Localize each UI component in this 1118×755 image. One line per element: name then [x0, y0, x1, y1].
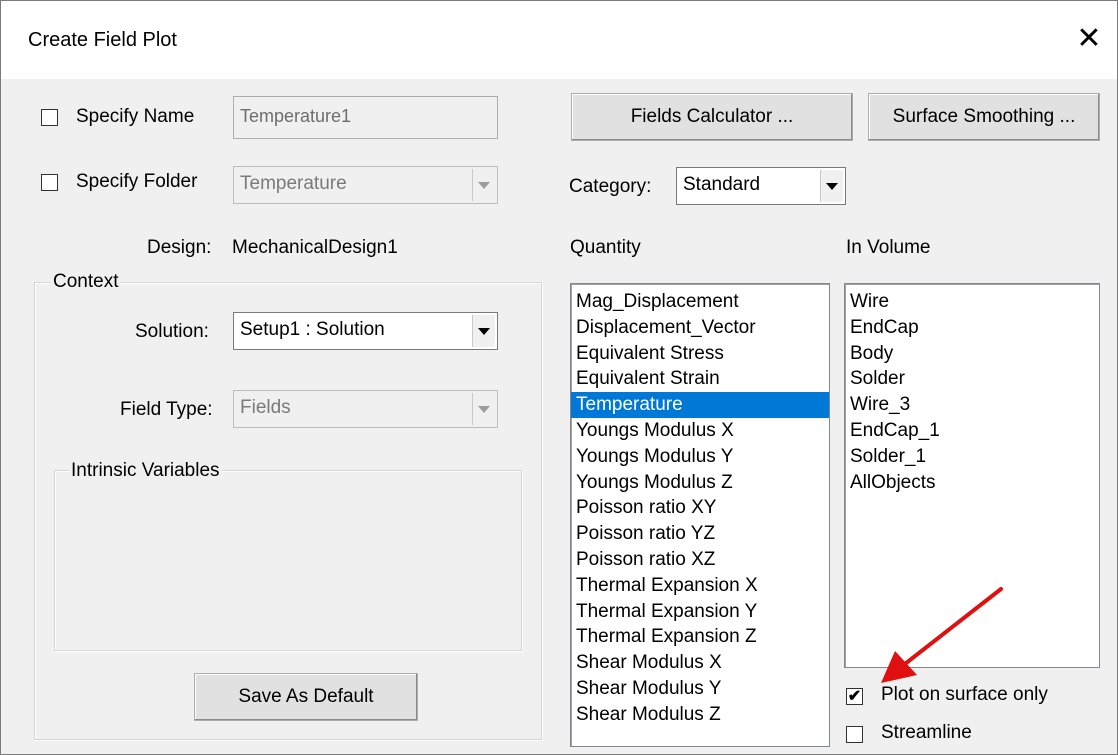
solution-select[interactable]: Setup1 : Solution — [233, 312, 498, 350]
in-volume-list-item[interactable]: EndCap — [845, 315, 1099, 341]
surface-smoothing-button[interactable]: Surface Smoothing ... — [868, 93, 1100, 141]
in-volume-list-item[interactable]: Body — [845, 341, 1099, 367]
category-select[interactable]: Standard — [676, 167, 846, 205]
chevron-down-icon[interactable] — [472, 393, 495, 425]
save-as-default-button[interactable]: Save As Default — [194, 673, 418, 721]
intrinsic-variables-label: Intrinsic Variables — [69, 460, 222, 482]
quantity-list-item[interactable]: Shear Modulus Z — [571, 702, 829, 728]
arrow-shaft — [899, 587, 1003, 669]
intrinsic-variables-group — [54, 470, 522, 651]
in-volume-heading: In Volume — [846, 237, 931, 258]
field-type-label: Field Type: — [120, 399, 213, 420]
field-type-select[interactable]: Fields — [233, 390, 498, 428]
quantity-heading: Quantity — [570, 237, 641, 258]
chevron-down-icon[interactable] — [472, 315, 495, 347]
specify-name-input[interactable]: Temperature1 — [233, 96, 498, 139]
specify-folder-value: Temperature — [240, 173, 347, 194]
in-volume-list-item[interactable]: Solder — [845, 366, 1099, 392]
specify-name-checkbox[interactable] — [41, 109, 58, 126]
field-type-value: Fields — [240, 397, 291, 418]
specify-folder-checkbox[interactable] — [41, 174, 58, 191]
quantity-list-item[interactable]: Shear Modulus Y — [571, 676, 829, 702]
title-bar[interactable]: Create Field Plot ✕ — [1, 1, 1117, 79]
category-value: Standard — [683, 174, 761, 195]
quantity-list-item[interactable]: Thermal Expansion Y — [571, 599, 829, 625]
in-volume-list-item[interactable]: Wire — [845, 289, 1099, 315]
quantity-list-item[interactable]: Shear Modulus X — [571, 650, 829, 676]
quantity-list-item[interactable]: Thermal Expansion Z — [571, 624, 829, 650]
design-value: MechanicalDesign1 — [232, 237, 398, 258]
in-volume-list-item[interactable]: Wire_3 — [845, 392, 1099, 418]
quantity-list-item[interactable]: Youngs Modulus Z — [571, 470, 829, 496]
arrow-head — [881, 651, 917, 683]
solution-value: Setup1 : Solution — [240, 319, 385, 340]
quantity-list-item[interactable]: Youngs Modulus Y — [571, 444, 829, 470]
in-volume-list-item[interactable]: Solder_1 — [845, 444, 1099, 470]
quantity-list-item[interactable]: Thermal Expansion X — [571, 573, 829, 599]
fields-calculator-button[interactable]: Fields Calculator ... — [571, 93, 853, 141]
annotation-arrow-icon — [881, 587, 1003, 683]
plot-on-surface-checkbox[interactable]: ✔ — [846, 688, 863, 705]
quantity-list-item[interactable]: Youngs Modulus X — [571, 418, 829, 444]
solution-label: Solution: — [135, 321, 209, 342]
quantity-list[interactable]: Mag_Displacement Displacement_Vector Equiv… — [570, 283, 830, 747]
design-label: Design: — [147, 237, 212, 258]
quantity-list-item[interactable]: Equivalent Stress — [571, 341, 829, 367]
category-label: Category: — [569, 176, 652, 197]
quantity-list-item[interactable]: Displacement_Vector — [571, 315, 829, 341]
specify-name-label: Specify Name — [76, 106, 195, 127]
quantity-list-item[interactable]: Poisson ratio XZ — [571, 547, 829, 573]
quantity-list-item[interactable]: Mag_Displacement — [571, 289, 829, 315]
specify-folder-select[interactable]: Temperature — [233, 166, 498, 204]
close-icon[interactable]: ✕ — [1073, 21, 1105, 57]
specify-folder-label: Specify Folder — [76, 171, 198, 192]
chevron-down-icon[interactable] — [472, 169, 495, 201]
in-volume-list-item[interactable]: EndCap_1 — [845, 418, 1099, 444]
quantity-list-item[interactable]: Temperature — [571, 392, 829, 418]
quantity-list-item[interactable]: Poisson ratio YZ — [571, 521, 829, 547]
chevron-down-icon[interactable] — [820, 170, 843, 202]
streamline-label: Streamline — [881, 722, 972, 743]
context-group-label: Context — [51, 271, 121, 293]
streamline-checkbox[interactable] — [846, 726, 863, 743]
dialog-title: Create Field Plot — [28, 29, 177, 51]
quantity-list-item[interactable]: Equivalent Strain — [571, 366, 829, 392]
quantity-list-item[interactable]: Poisson ratio XY — [571, 495, 829, 521]
create-field-plot-dialog: Create Field Plot ✕ Specify Name Tempera… — [0, 0, 1118, 755]
in-volume-list-item[interactable]: AllObjects — [845, 470, 1099, 496]
